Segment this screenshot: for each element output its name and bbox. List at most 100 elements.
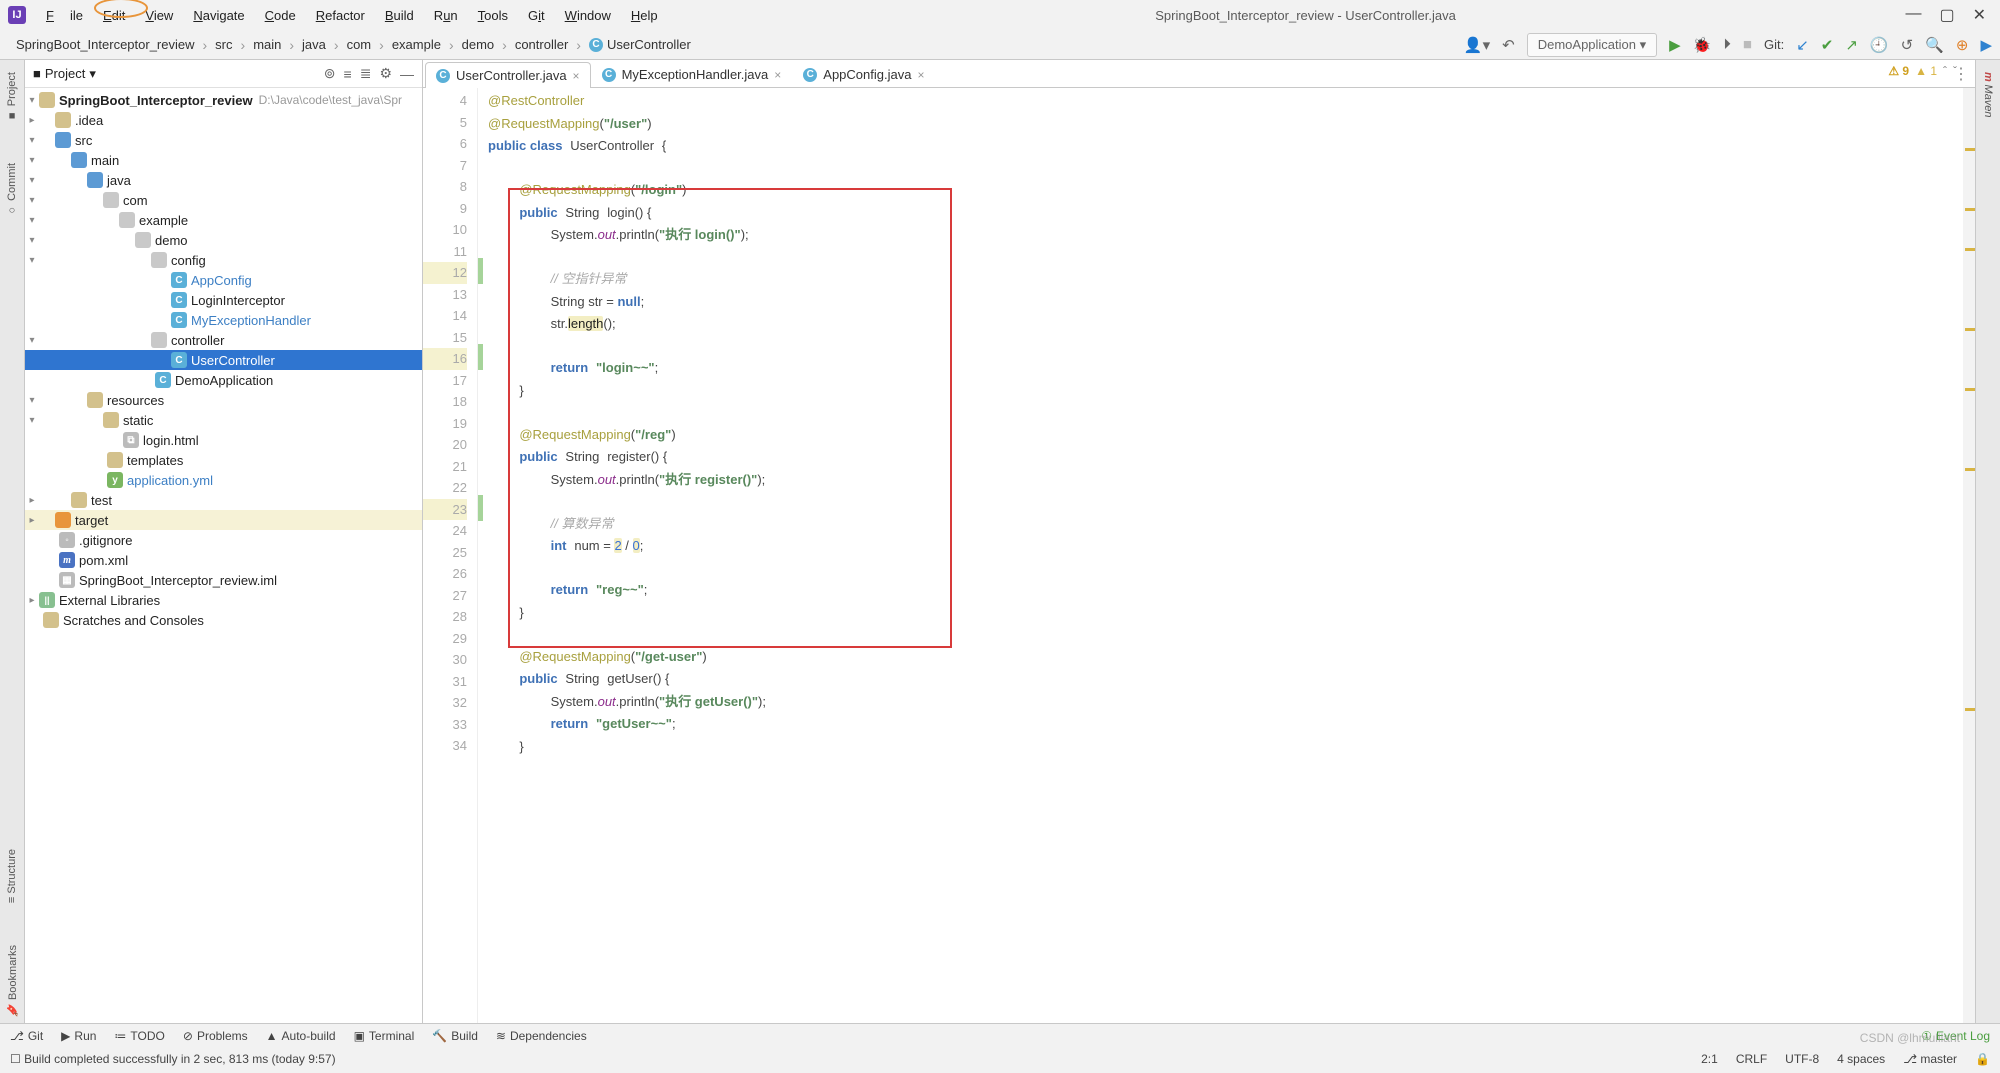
tree-item[interactable]: ▾static <box>25 410 422 430</box>
expand-all-icon[interactable]: ≡ <box>344 66 352 82</box>
crumb-project[interactable]: SpringBoot_Interceptor_review <box>8 34 203 55</box>
history-icon[interactable]: 🕘 <box>1870 36 1889 54</box>
run-icon[interactable]: ▶ <box>1669 36 1681 54</box>
tool-run[interactable]: ▶ Run <box>61 1029 96 1043</box>
crumb-demo[interactable]: demo <box>454 34 503 55</box>
tool-project[interactable]: ■ Project <box>6 66 18 127</box>
tree-item[interactable]: ▾demo <box>25 230 422 250</box>
tree-item[interactable]: ▾src <box>25 130 422 150</box>
menu-window[interactable]: Window <box>557 4 619 27</box>
line-ending[interactable]: CRLF <box>1736 1052 1767 1066</box>
menu-code[interactable]: Code <box>257 4 304 27</box>
tree-item[interactable]: ▾config <box>25 250 422 270</box>
menu-tools[interactable]: Tools <box>470 4 516 27</box>
tree-item[interactable]: yapplication.yml <box>25 470 422 490</box>
tree-item[interactable]: CMyExceptionHandler <box>25 310 422 330</box>
user-icon[interactable]: 👤▾ <box>1464 36 1490 54</box>
menu-navigate[interactable]: Navigate <box>185 4 252 27</box>
project-tree[interactable]: ▾SpringBoot_Interceptor_reviewD:\Java\co… <box>25 88 422 1023</box>
menu-run[interactable]: Run <box>426 4 466 27</box>
tree-item[interactable]: ▾example <box>25 210 422 230</box>
tree-item[interactable]: ▸.idea <box>25 110 422 130</box>
tree-item[interactable]: ▾controller <box>25 330 422 350</box>
tool-deps[interactable]: ≋ Dependencies <box>496 1029 587 1043</box>
crumb-main[interactable]: main <box>245 34 289 55</box>
crumb-example[interactable]: example <box>384 34 449 55</box>
tool-git[interactable]: ⎇ Git <box>10 1029 43 1043</box>
indent[interactable]: 4 spaces <box>1837 1052 1885 1066</box>
caret-pos[interactable]: 2:1 <box>1701 1052 1718 1066</box>
tree-item[interactable]: Scratches and Consoles <box>25 610 422 630</box>
locate-icon[interactable]: ⊚ <box>324 65 336 82</box>
tool-commit[interactable]: ○ Commit <box>6 157 18 222</box>
tree-item[interactable]: ⧉login.html <box>25 430 422 450</box>
close-tab-icon[interactable]: × <box>573 69 580 83</box>
crumb-com[interactable]: com <box>339 34 380 55</box>
crumb-src[interactable]: src <box>207 34 240 55</box>
crumb-java[interactable]: java <box>294 34 334 55</box>
tool-terminal[interactable]: ▣ Terminal <box>354 1029 415 1043</box>
encoding[interactable]: UTF-8 <box>1785 1052 1819 1066</box>
maximize-icon[interactable]: ▢ <box>1939 5 1954 25</box>
revert-icon[interactable]: ↺ <box>1901 36 1914 54</box>
tree-item[interactable]: ▸test <box>25 490 422 510</box>
minimize-icon[interactable]: ― <box>1905 5 1921 25</box>
error-stripe[interactable] <box>1963 88 1975 1023</box>
tree-item[interactable]: ▸target <box>25 510 422 530</box>
tool-autobuild[interactable]: ▲ Auto-build <box>266 1029 336 1043</box>
ide-settings-icon[interactable]: ⊕ <box>1956 36 1969 54</box>
search-icon[interactable]: 🔍 <box>1925 36 1944 54</box>
menu-refactor[interactable]: Refactor <box>308 4 373 27</box>
tree-item[interactable]: ▾java <box>25 170 422 190</box>
tool-problems[interactable]: ⊘ Problems <box>183 1029 248 1043</box>
close-tab-icon[interactable]: × <box>917 68 924 82</box>
tree-item[interactable]: CLoginInterceptor <box>25 290 422 310</box>
tab-exceptionhandler[interactable]: CMyExceptionHandler.java× <box>591 61 793 87</box>
tree-item[interactable]: ▾com <box>25 190 422 210</box>
tree-root[interactable]: ▾SpringBoot_Interceptor_reviewD:\Java\co… <box>25 90 422 110</box>
chevron-up-icon[interactable]: ˆ <box>1943 64 1947 78</box>
git-branch[interactable]: ⎇ master <box>1903 1052 1957 1066</box>
tool-maven[interactable]: m Maven <box>1982 66 1994 124</box>
tree-item[interactable]: CAppConfig <box>25 270 422 290</box>
tree-item[interactable]: CDemoApplication <box>25 370 422 390</box>
crumb-controller[interactable]: controller <box>507 34 576 55</box>
debug-icon[interactable]: 🐞 <box>1693 36 1712 54</box>
close-icon[interactable]: ✕ <box>1973 5 1986 25</box>
stop-icon[interactable]: ■ <box>1743 36 1752 53</box>
lock-icon[interactable]: 🔒 <box>1975 1052 1990 1066</box>
tab-usercontroller[interactable]: CUserController.java× <box>425 62 591 88</box>
crumb-file[interactable]: CUserController <box>581 34 699 55</box>
tool-structure[interactable]: ≡ Structure <box>6 843 18 909</box>
menu-git[interactable]: Git <box>520 4 553 27</box>
tree-item[interactable]: ◦.gitignore <box>25 530 422 550</box>
close-tab-icon[interactable]: × <box>774 68 781 82</box>
tree-item[interactable]: mpom.xml <box>25 550 422 570</box>
tool-bookmarks[interactable]: 🔖 Bookmarks <box>6 939 19 1023</box>
tree-item[interactable]: ▾main <box>25 150 422 170</box>
tab-appconfig[interactable]: CAppConfig.java× <box>792 61 935 87</box>
collapse-all-icon[interactable]: ≣ <box>360 65 372 82</box>
code-text[interactable]: @RestController @RequestMapping("/user")… <box>478 88 1975 760</box>
menu-build[interactable]: Build <box>377 4 422 27</box>
tree-item[interactable]: ▾resources <box>25 390 422 410</box>
git-update-icon[interactable]: ↙ <box>1796 36 1809 54</box>
back-icon[interactable]: ↶ <box>1502 36 1515 54</box>
editor-body[interactable]: 45678 910111213 1415161718 1920212223 24… <box>423 88 1975 1023</box>
tool-build[interactable]: 🔨 Build <box>432 1029 478 1043</box>
project-view-selector[interactable]: ■ Project ▾ <box>33 66 96 82</box>
settings-gear-icon[interactable]: ⚙ <box>379 65 392 82</box>
chevron-down-icon[interactable]: ˇ <box>1953 64 1957 78</box>
inspection-badges[interactable]: ⚠ 9 ▲ 1 ˆ ˇ <box>1888 64 1957 78</box>
avatar-icon[interactable]: ▶ <box>1980 36 1992 54</box>
menu-file[interactable]: File <box>38 4 91 27</box>
run-config-dropdown[interactable]: DemoApplication ▾ <box>1527 33 1657 57</box>
menu-help[interactable]: Help <box>623 4 666 27</box>
tool-todo[interactable]: ≔ TODO <box>114 1029 164 1043</box>
git-push-icon[interactable]: ↗ <box>1845 36 1858 54</box>
tree-item[interactable]: ▦SpringBoot_Interceptor_review.iml <box>25 570 422 590</box>
tree-item[interactable]: templates <box>25 450 422 470</box>
git-commit-icon[interactable]: ✔ <box>1821 36 1834 54</box>
coverage-icon[interactable]: ⏵ <box>1723 36 1731 53</box>
tree-item-selected[interactable]: CUserController <box>25 350 422 370</box>
